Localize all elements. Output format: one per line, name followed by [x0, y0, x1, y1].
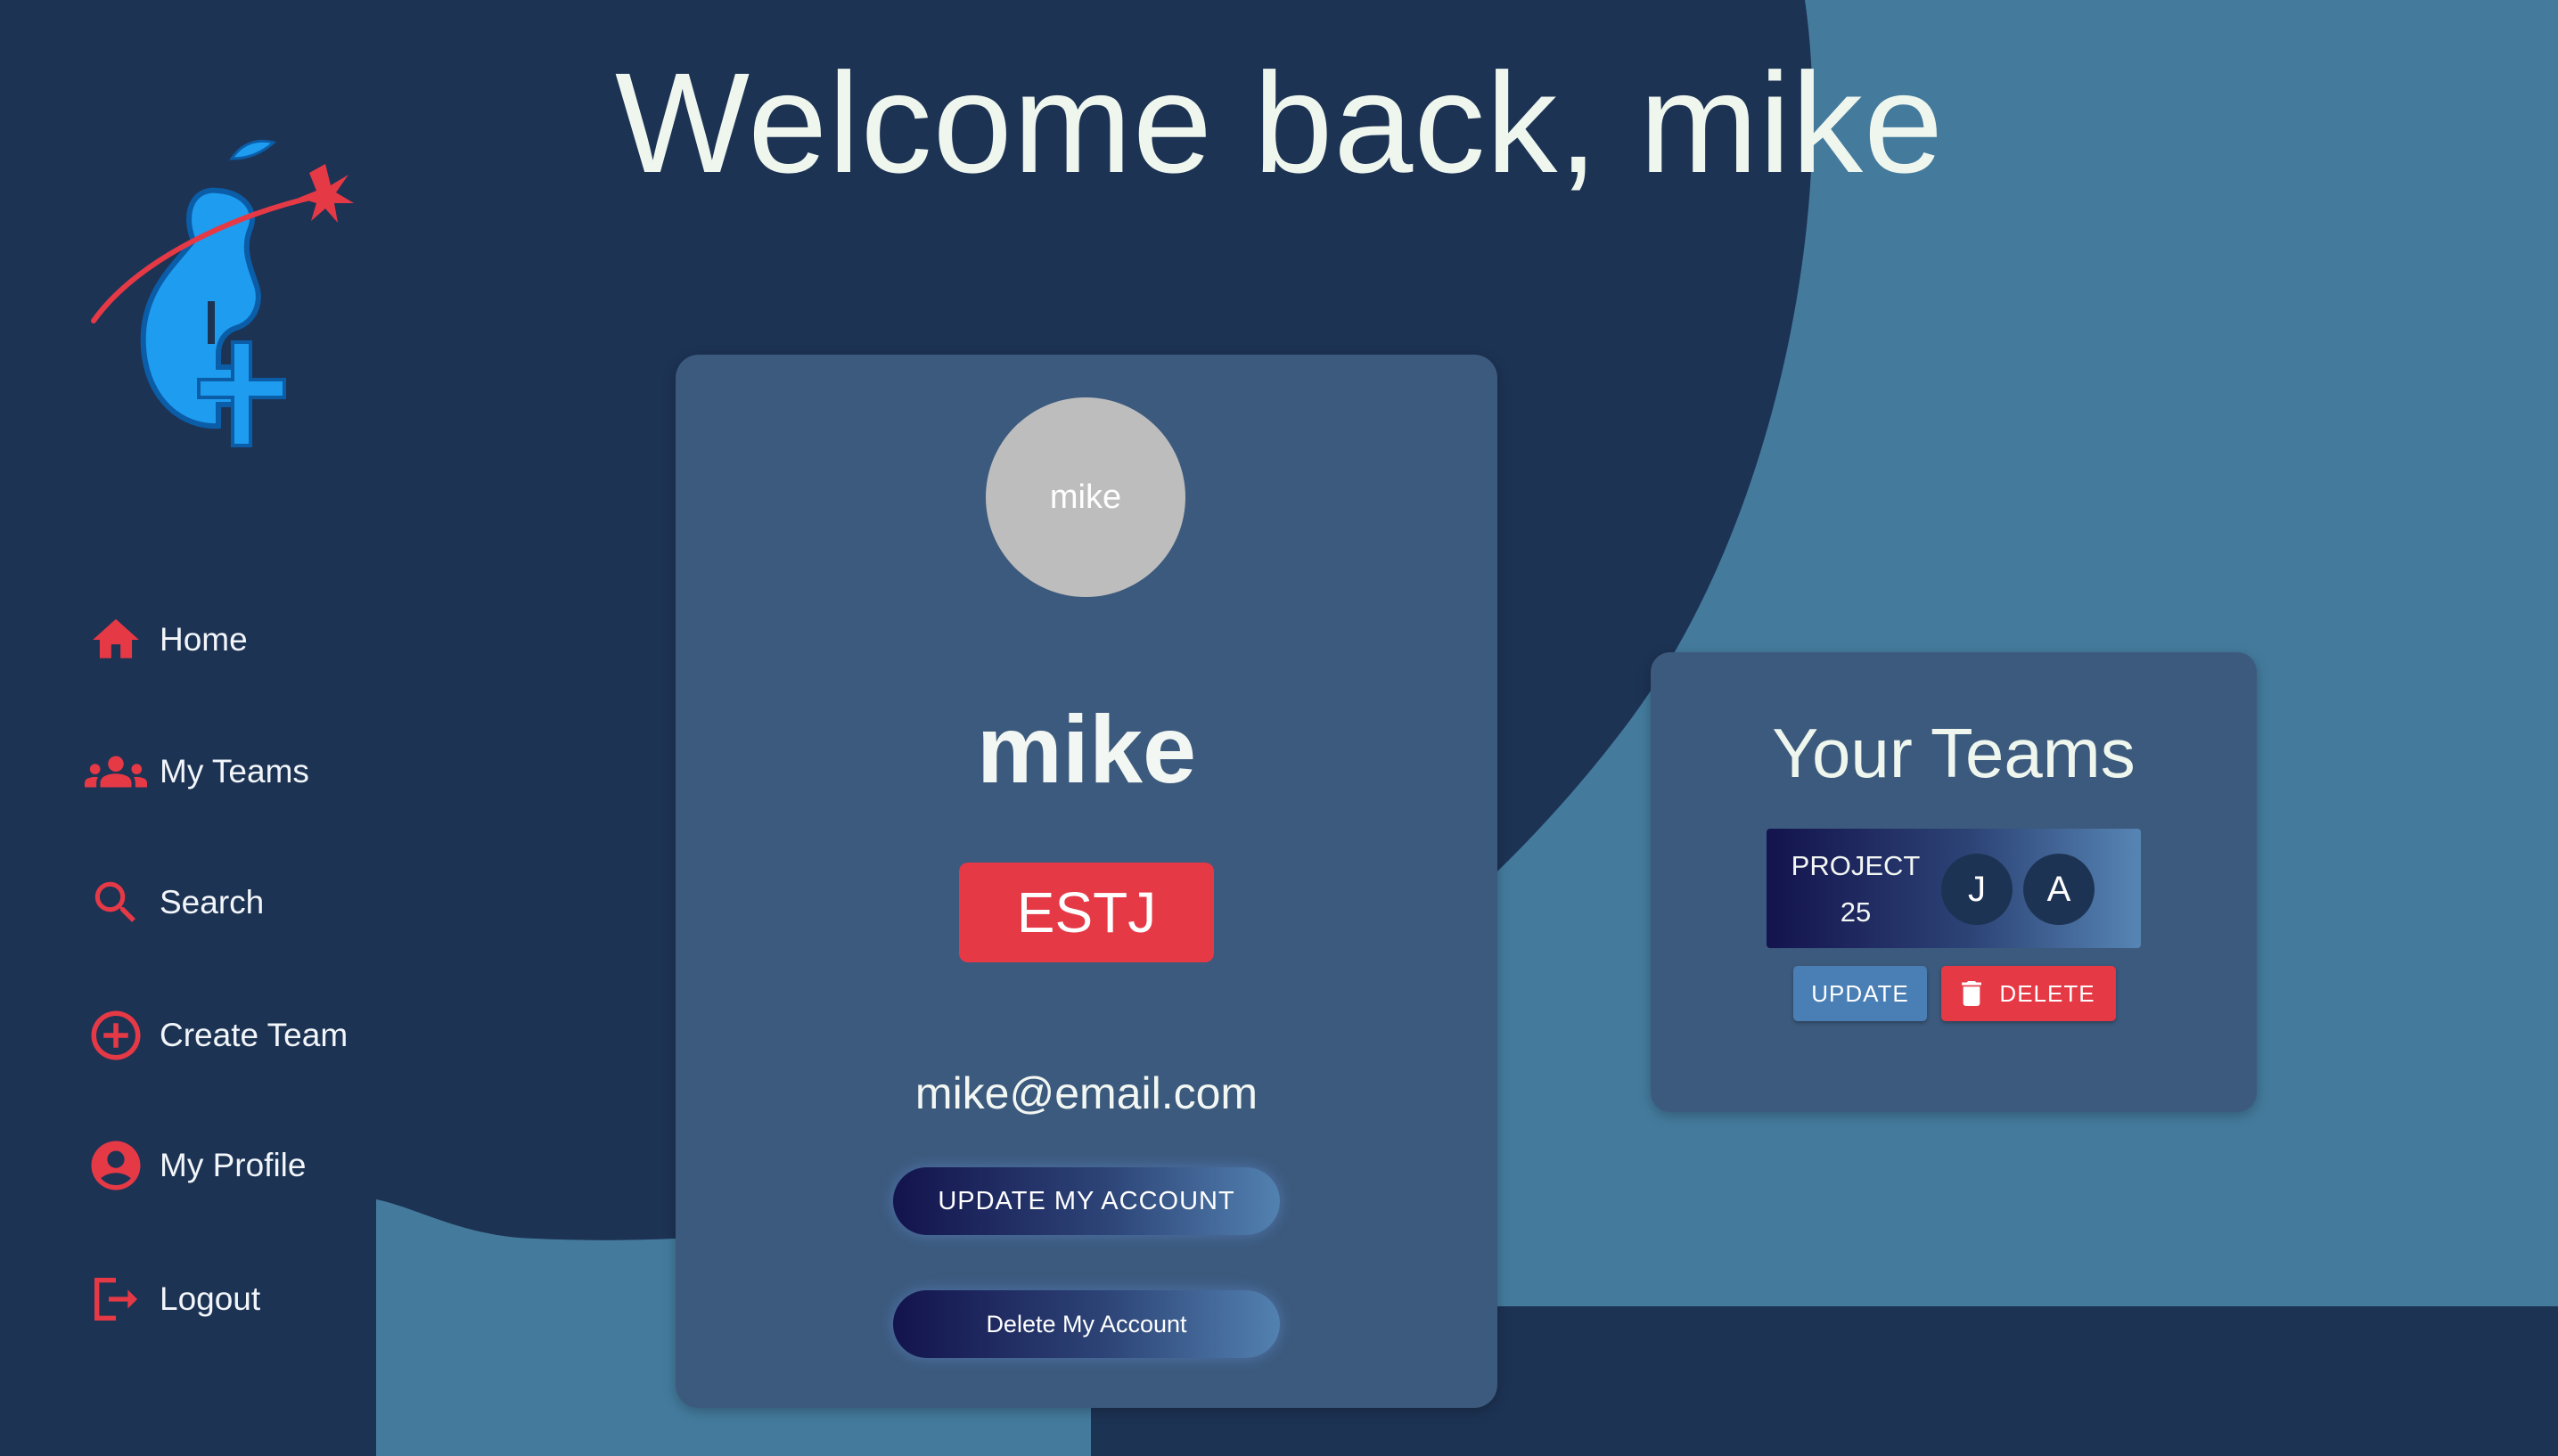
team-name-line2: 25: [1840, 896, 1872, 928]
sidebar-item-my-profile[interactable]: My Profile: [85, 1130, 306, 1201]
profile-card: mike mike ESTJ mike@email.com UPDATE MY …: [676, 355, 1497, 1408]
sidebar-item-label: Search: [160, 884, 265, 920]
personality-type-badge: ESTJ: [959, 863, 1214, 962]
account-circle-icon: [85, 1134, 147, 1197]
team-name: PROJECT 25: [1786, 843, 1925, 936]
delete-team-button[interactable]: DELETE: [1941, 966, 2116, 1021]
sidebar-item-logout[interactable]: Logout: [85, 1264, 260, 1335]
sidebar-item-label: Home: [160, 621, 248, 658]
logout-icon: [85, 1268, 147, 1330]
trash-icon: [1962, 981, 1982, 1006]
sidebar-item-label: Logout: [160, 1280, 261, 1317]
sidebar-item-create-team[interactable]: Create Team: [85, 1000, 348, 1071]
sidebar-item-search[interactable]: Search: [85, 867, 264, 938]
profile-username: mike: [976, 695, 1197, 803]
sidebar: Home My Teams Search Create Team My Prof…: [0, 0, 376, 1456]
sidebar-item-home[interactable]: Home: [85, 604, 248, 675]
pear-rocket-plus-logo: [91, 139, 354, 447]
sidebar-item-my-teams[interactable]: My Teams: [85, 736, 309, 807]
team-member-avatar: A: [2023, 854, 2095, 925]
profile-email: mike@email.com: [914, 1068, 1259, 1118]
your-teams-card: Your Teams PROJECT 25 J A UPDATE DELETE: [1651, 652, 2257, 1112]
group-icon: [85, 740, 147, 803]
search-icon: [85, 871, 147, 934]
delete-team-label: DELETE: [1999, 979, 2095, 1007]
update-account-button[interactable]: UPDATE MY ACCOUNT: [893, 1167, 1280, 1235]
team-member-avatar: J: [1941, 854, 2013, 925]
sidebar-item-label: My Teams: [160, 753, 309, 789]
welcome-heading: Welcome back, mike: [615, 43, 1945, 202]
add-circle-icon: [85, 1004, 147, 1067]
update-team-button[interactable]: UPDATE: [1793, 966, 1927, 1021]
avatar: mike: [986, 397, 1185, 597]
team-name-line1: PROJECT: [1791, 850, 1921, 881]
sidebar-item-label: Create Team: [160, 1017, 348, 1053]
team-tile[interactable]: PROJECT 25 J A: [1767, 829, 2141, 948]
sidebar-item-label: My Profile: [160, 1147, 307, 1183]
home-icon: [85, 609, 147, 671]
teams-title: Your Teams: [1772, 714, 2136, 792]
delete-account-button[interactable]: Delete My Account: [893, 1290, 1280, 1358]
